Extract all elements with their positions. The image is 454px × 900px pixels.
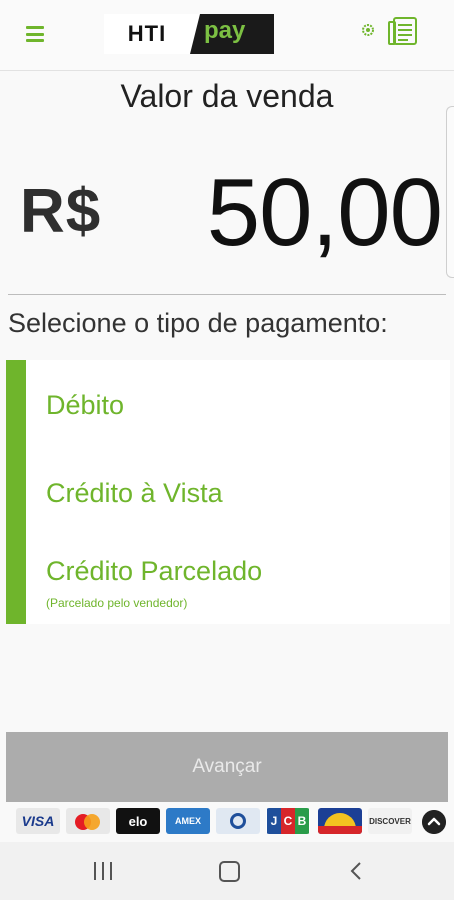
app-header: HTI pay (0, 0, 454, 71)
jcb-logo: JCB (266, 808, 310, 834)
next-button[interactable]: Avançar (6, 732, 448, 802)
mastercard-logo (66, 808, 110, 834)
payment-option-credit-cash[interactable]: Crédito à Vista (46, 478, 223, 509)
visa-logo: VISA (16, 808, 60, 834)
side-panel-handle[interactable] (446, 106, 454, 278)
sale-amount: 50,00 (206, 159, 443, 266)
receipt-list-icon[interactable] (386, 16, 420, 46)
htipay-logo: HTI pay (104, 14, 274, 54)
hamburger-menu-icon[interactable] (26, 26, 44, 42)
payment-type-prompt: Selecione o tipo de pagamento: (8, 308, 388, 338)
logo-pay-text: pay (204, 17, 246, 44)
home-icon[interactable] (219, 861, 240, 882)
payment-option-credit-installments[interactable]: Crédito Parcelado (46, 556, 262, 587)
gear-icon[interactable] (360, 22, 376, 38)
selection-indicator-bar (6, 360, 26, 624)
back-icon[interactable] (346, 860, 366, 882)
discover-logo: DISCOVER (368, 808, 412, 834)
recents-icon[interactable] (94, 862, 112, 880)
amex-logo: AMEX (166, 808, 210, 834)
installments-note: (Parcelado pelo vendedor) (46, 596, 188, 610)
payment-type-list: Débito Crédito à Vista Crédito Parcelado… (6, 360, 450, 624)
diners-logo (216, 808, 260, 834)
sale-value-title: Valor da venda (120, 78, 334, 114)
payment-option-debit[interactable]: Débito (46, 390, 124, 421)
system-navigation-bar (0, 842, 454, 900)
currency-symbol: R$ (20, 177, 102, 246)
card-brands-row: VISA elo AMEX JCB DISCOVER (0, 806, 454, 836)
elo-logo: elo (116, 808, 160, 834)
divider (8, 294, 446, 295)
hipercard-logo (318, 808, 362, 834)
logo-hti-text: HTI (104, 14, 190, 54)
chevron-up-icon[interactable] (422, 810, 446, 834)
